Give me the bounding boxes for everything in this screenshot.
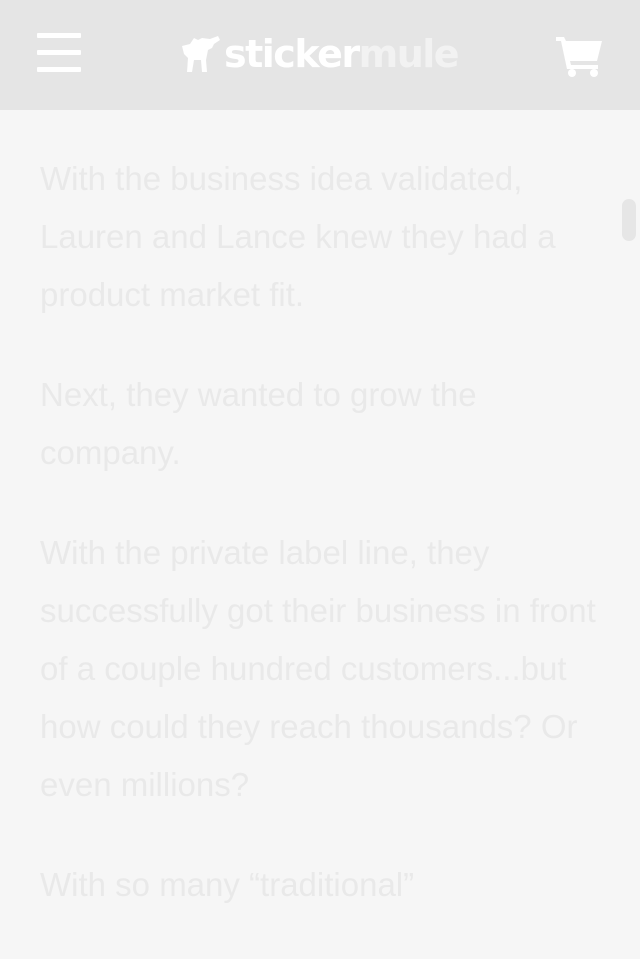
logo-text-mule: mule bbox=[358, 32, 460, 76]
scrollbar-thumb[interactable] bbox=[622, 199, 636, 241]
article-paragraph: With the business idea validated, Lauren… bbox=[40, 160, 556, 313]
article-paragraph: With the private label line, they succes… bbox=[40, 534, 596, 803]
hamburger-menu-icon[interactable] bbox=[37, 33, 81, 73]
top-header: sticker mule bbox=[0, 0, 640, 110]
menu-bar bbox=[37, 67, 81, 72]
menu-bar bbox=[37, 50, 81, 55]
article-body: With the business idea validated, Lauren… bbox=[40, 150, 600, 956]
menu-bar bbox=[37, 33, 81, 38]
article-paragraph: With so many “traditional” bbox=[40, 866, 415, 903]
article-paragraph: Next, they wanted to grow the company. bbox=[40, 376, 477, 471]
logo-text-sticker: sticker bbox=[224, 32, 360, 76]
shopping-cart-icon[interactable] bbox=[556, 35, 604, 77]
mule-logo-icon bbox=[182, 36, 220, 72]
cart-graphic bbox=[556, 37, 602, 77]
stickermule-logo[interactable]: sticker mule bbox=[180, 30, 460, 78]
